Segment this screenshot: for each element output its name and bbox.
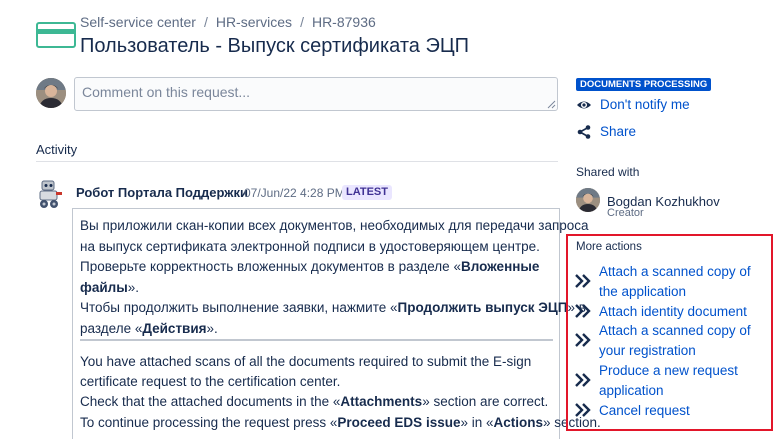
bold-text: Продолжить выпуск ЭЦП xyxy=(397,300,568,315)
message-line: Проверьте корректность вложенных докумен… xyxy=(80,257,556,278)
breadcrumb-separator: / xyxy=(300,14,304,30)
text-run: Check that the attached documents in the… xyxy=(80,394,341,410)
bold-text: файлы xyxy=(80,279,128,295)
double-chevron-right-icon[interactable] xyxy=(575,304,593,318)
share-link[interactable]: Share xyxy=(600,124,636,139)
eye-icon[interactable] xyxy=(576,97,592,113)
text-run: ». xyxy=(127,279,139,295)
message-line: на выпуск сертификата электронной подпис… xyxy=(80,238,540,254)
user-photo-icon xyxy=(36,78,66,108)
bot-avatar xyxy=(36,179,66,209)
text-run: Чтобы продолжить выполнение заявки, нажм… xyxy=(80,300,398,315)
action-cancel-request[interactable]: Cancel request xyxy=(599,401,769,421)
comment-input[interactable] xyxy=(74,77,558,111)
double-chevron-right-icon[interactable] xyxy=(575,403,593,417)
message-timestamp: 07/Jun/22 4:28 PM xyxy=(244,186,345,200)
text-run: » section are correct. xyxy=(422,394,549,410)
message-line: Check that the attached documents in the… xyxy=(80,392,556,412)
message-text-ru: Вы приложили скан-копии всех документов,… xyxy=(80,216,589,340)
robot-icon xyxy=(39,180,62,208)
activity-divider xyxy=(36,161,558,162)
portal-card-icon xyxy=(36,22,76,48)
share-icon[interactable] xyxy=(576,124,592,140)
text-run: ». xyxy=(206,320,218,336)
breadcrumb-separator: / xyxy=(203,14,208,30)
action-produce-new-application[interactable]: Produce a new request application xyxy=(599,361,769,400)
bold-text: Действия xyxy=(142,320,207,336)
double-chevron-right-icon[interactable] xyxy=(575,333,593,347)
more-actions-heading: More actions xyxy=(576,241,642,253)
double-chevron-right-icon[interactable] xyxy=(575,274,593,288)
message-line: Вы приложили скан-копии всех документов,… xyxy=(80,218,589,233)
resize-grip-icon[interactable] xyxy=(547,100,556,109)
message-author[interactable]: Робот Портала Поддержки xyxy=(76,185,248,200)
latest-badge: LATEST xyxy=(342,185,392,200)
status-badge: DOCUMENTS PROCESSING xyxy=(576,78,712,91)
bold-text: Proceed EDS issue xyxy=(337,414,461,430)
text-run: » in « xyxy=(460,414,494,430)
action-attach-identity-document[interactable]: Attach identity document xyxy=(599,302,769,322)
breadcrumb-hr-services[interactable]: HR-services xyxy=(216,14,292,30)
shared-with-heading: Shared with xyxy=(576,165,640,179)
bold-text: Attachments xyxy=(340,394,423,410)
breadcrumb-request-key[interactable]: HR-87936 xyxy=(312,14,376,30)
breadcrumb-self-service-center[interactable]: Self-service center xyxy=(80,14,196,30)
bold-text: Вложенные xyxy=(460,259,540,274)
page-title: Пользователь - Выпуск сертификата ЭЦП xyxy=(80,35,469,57)
message-line: certificate request to the certification… xyxy=(80,374,341,390)
current-user-avatar xyxy=(36,78,66,108)
message-line: файлы». xyxy=(80,278,556,299)
double-chevron-right-icon[interactable] xyxy=(575,373,593,387)
message-line: Чтобы продолжить выполнение заявки, нажм… xyxy=(80,298,586,319)
text-run: разделе « xyxy=(80,320,143,336)
user-photo-icon xyxy=(576,188,600,212)
message-line: To continue processing the request press… xyxy=(80,413,601,433)
message-line: You have attached scans of all the docum… xyxy=(80,354,532,369)
text-run: Проверьте корректность вложенных докумен… xyxy=(80,259,461,274)
breadcrumb: Self-service center / HR-services / HR-87936 xyxy=(80,14,376,30)
shared-user-avatar[interactable] xyxy=(576,188,600,212)
action-attach-application[interactable]: Attach a scanned copy of the application xyxy=(599,262,769,301)
action-attach-registration[interactable]: Attach a scanned copy of your registrati… xyxy=(599,321,769,360)
message-text-en: You have attached scans of all the docum… xyxy=(80,352,601,433)
message-language-divider xyxy=(80,339,553,341)
text-run: To continue processing the request press… xyxy=(80,414,338,430)
bold-text: Actions xyxy=(493,414,544,430)
dont-notify-link[interactable]: Don't notify me xyxy=(600,97,690,112)
message-line: разделе «Действия». xyxy=(80,319,556,340)
shared-user-role: Creator xyxy=(607,207,644,219)
activity-heading: Activity xyxy=(36,142,78,157)
